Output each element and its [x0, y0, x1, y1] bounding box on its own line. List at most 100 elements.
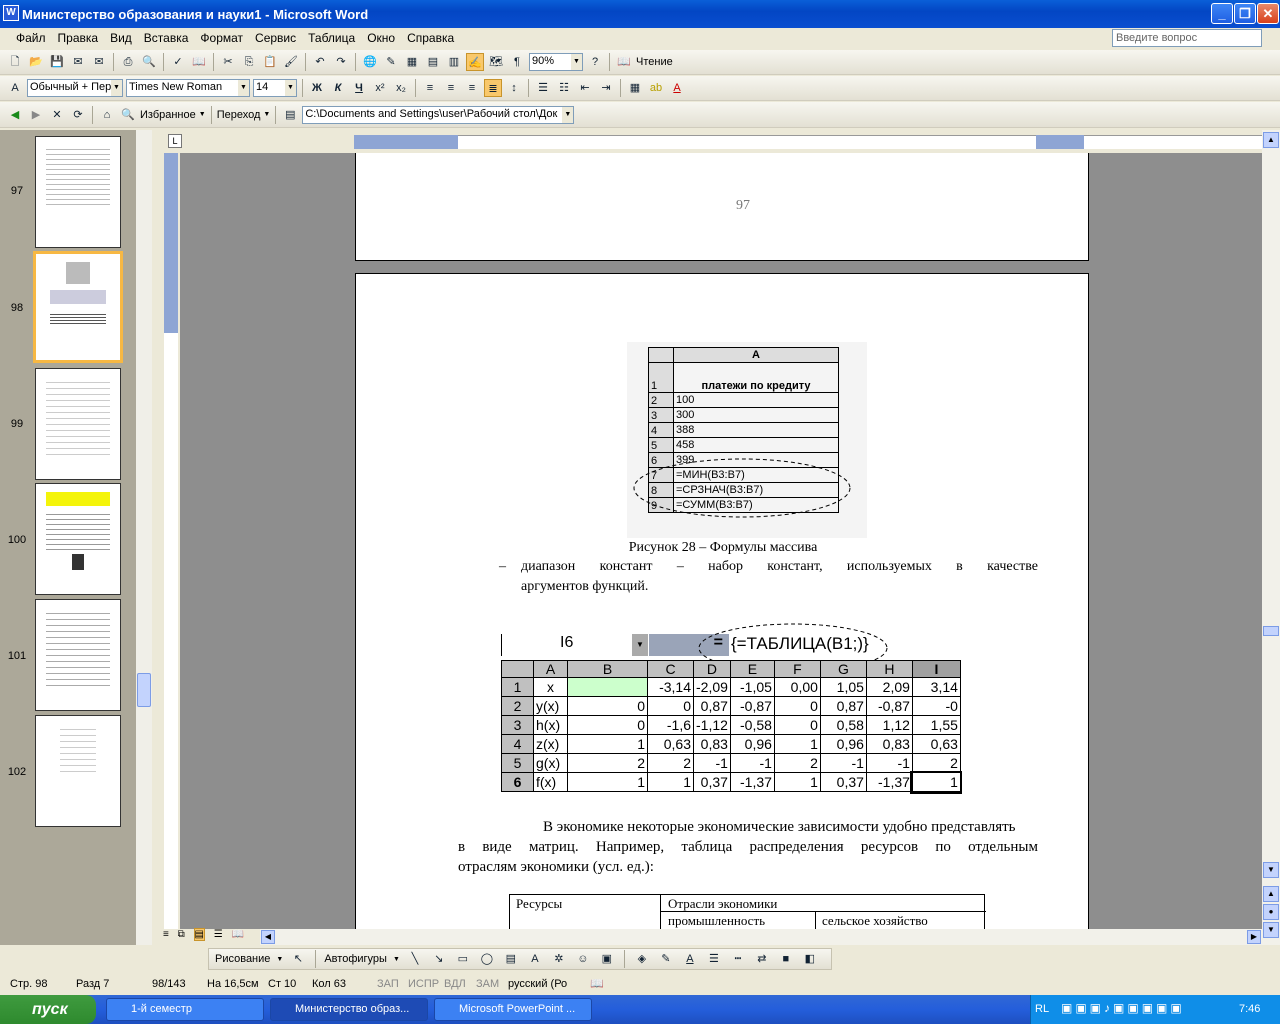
back-icon[interactable]: ◀	[6, 106, 24, 124]
font-combo[interactable]: Times New Roman ▼	[126, 79, 250, 97]
menu-edit[interactable]: Правка	[52, 31, 105, 45]
prev-page-icon[interactable]: ▲	[1263, 886, 1279, 902]
favorites-button[interactable]: Избранное	[140, 109, 196, 121]
bullets-icon[interactable]: ☷	[555, 79, 573, 97]
menu-format[interactable]: Формат	[194, 31, 249, 45]
hyperlink-icon[interactable]: 🌐	[361, 53, 379, 71]
autoshapes-menu[interactable]: Автофигуры	[324, 953, 387, 965]
superscript-icon[interactable]: x²	[371, 79, 389, 97]
refresh-icon[interactable]: ⟳	[69, 106, 87, 124]
status-ext[interactable]: ВДЛ	[444, 978, 466, 990]
web-view-icon[interactable]: ⧉	[178, 929, 185, 940]
thumbnail-page[interactable]	[35, 368, 121, 480]
save-icon[interactable]: 💾	[48, 53, 66, 71]
vertical-scrollbar[interactable]: ▲ ▼ ▲ ● ▼	[1262, 130, 1280, 945]
search-web-icon[interactable]: 🔍	[119, 106, 137, 124]
print-view-icon[interactable]: ▤	[193, 928, 205, 941]
font-size-combo[interactable]: 14 ▼	[253, 79, 297, 97]
columns-icon[interactable]: ▥	[445, 53, 463, 71]
line-spacing-icon[interactable]: ↕	[505, 79, 523, 97]
justify-icon[interactable]: ≣	[484, 79, 502, 97]
decrease-indent-icon[interactable]: ⇤	[576, 79, 594, 97]
forward-icon[interactable]: ▶	[27, 106, 45, 124]
copy-icon[interactable]: ⎘	[240, 53, 258, 71]
arrow-icon[interactable]: ↘	[430, 950, 448, 968]
menu-file[interactable]: Файл	[0, 31, 52, 45]
menu-help[interactable]: Справка	[401, 31, 460, 45]
outline-view-icon[interactable]: ☰	[214, 929, 223, 940]
normal-view-icon[interactable]: ≡	[163, 929, 169, 940]
research-icon[interactable]: 📖	[190, 53, 208, 71]
menu-view[interactable]: Вид	[104, 31, 138, 45]
diagram-icon[interactable]: ✲	[550, 950, 568, 968]
font-color-icon[interactable]: A	[668, 79, 686, 97]
print-preview-icon[interactable]: 🔍	[140, 53, 158, 71]
menu-window[interactable]: Окно	[361, 31, 401, 45]
thumbnail-page-selected[interactable]	[33, 251, 123, 363]
status-ovr[interactable]: ЗАМ	[476, 978, 499, 990]
thumbnail-scrollbar[interactable]	[136, 130, 152, 945]
read-icon[interactable]: 📖	[615, 53, 633, 71]
reading-view-icon[interactable]: 📖	[232, 929, 244, 940]
underline-button[interactable]: Ч	[350, 79, 368, 97]
spelling-status-icon[interactable]: 📖	[590, 977, 604, 990]
thumbnail-page[interactable]	[35, 136, 121, 248]
help-icon[interactable]: ?	[586, 53, 604, 71]
stop-icon[interactable]: ✕	[48, 106, 66, 124]
horizontal-ruler[interactable]: L	[162, 130, 1280, 153]
styles-icon[interactable]: A	[6, 79, 24, 97]
align-left-icon[interactable]: ≡	[421, 79, 439, 97]
line-icon[interactable]: ╲	[406, 950, 424, 968]
increase-indent-icon[interactable]: ⇥	[597, 79, 615, 97]
email-icon[interactable]: ✉	[90, 53, 108, 71]
next-page-icon[interactable]: ▼	[1263, 922, 1279, 938]
status-trk[interactable]: ИСПР	[408, 978, 439, 990]
select-pointer-icon[interactable]: ↖	[289, 950, 307, 968]
wordart-icon[interactable]: A	[526, 950, 544, 968]
tables-borders-icon[interactable]: ✎	[382, 53, 400, 71]
read-button[interactable]: Чтение	[636, 56, 673, 68]
oval-icon[interactable]: ◯	[478, 950, 496, 968]
horizontal-scrollbar[interactable]: ◀ ▶	[260, 929, 1262, 945]
document-area[interactable]: 97 A 1 платежи по кредиту 2 100 3 300 4 388 5 458…	[180, 153, 1262, 929]
document-map-icon[interactable]: 🗺	[487, 53, 505, 71]
highlight-icon[interactable]: ab	[647, 79, 665, 97]
picture-icon[interactable]: ▣	[598, 950, 616, 968]
line-color-icon[interactable]: ✎	[657, 950, 675, 968]
new-icon[interactable]: 🗋	[6, 53, 24, 71]
textbox-icon[interactable]: ▤	[502, 950, 520, 968]
menu-table[interactable]: Таблица	[302, 31, 361, 45]
browse-object-icon[interactable]: ●	[1263, 904, 1279, 920]
bold-button[interactable]: Ж	[308, 79, 326, 97]
zoom-combo[interactable]: 90% ▼	[529, 53, 583, 71]
drawing-menu[interactable]: Рисование	[215, 953, 270, 965]
shadow-icon[interactable]: ■	[777, 950, 795, 968]
cut-icon[interactable]: ✂	[219, 53, 237, 71]
task-word[interactable]: Министерство образ...	[270, 998, 428, 1021]
home-icon[interactable]: ⌂	[98, 106, 116, 124]
spelling-icon[interactable]: ✓	[169, 53, 187, 71]
dash-style-icon[interactable]: ┅	[729, 950, 747, 968]
task-powerpoint[interactable]: Microsoft PowerPoint ...	[434, 998, 592, 1021]
borders-icon[interactable]: ▦	[626, 79, 644, 97]
thumbnail-page[interactable]	[35, 715, 121, 827]
italic-button[interactable]: К	[329, 79, 347, 97]
tray-icons[interactable]: ▣▣▣♪▣▣▣▣▣	[1061, 1001, 1185, 1015]
status-rec[interactable]: ЗАП	[377, 978, 399, 990]
drawing-icon[interactable]: ✍	[466, 53, 484, 71]
insert-excel-icon[interactable]: ▤	[424, 53, 442, 71]
undo-icon[interactable]: ↶	[311, 53, 329, 71]
go-button[interactable]: Переход	[217, 109, 261, 121]
vertical-ruler[interactable]	[160, 153, 180, 929]
open-icon[interactable]: 📂	[27, 53, 45, 71]
numbering-icon[interactable]: ☰	[534, 79, 552, 97]
style-combo[interactable]: Обычный + Пер ▼	[27, 79, 123, 97]
clipart-icon[interactable]: ☺	[574, 950, 592, 968]
show-hide-icon[interactable]: ¶	[508, 53, 526, 71]
format-painter-icon[interactable]: 🖌	[282, 53, 300, 71]
align-right-icon[interactable]: ≡	[463, 79, 481, 97]
thumbnail-page[interactable]	[35, 599, 121, 711]
font-color-draw-icon[interactable]: A	[681, 950, 699, 968]
subscript-icon[interactable]: x₂	[392, 79, 410, 97]
minimize-button[interactable]: _	[1211, 3, 1233, 24]
